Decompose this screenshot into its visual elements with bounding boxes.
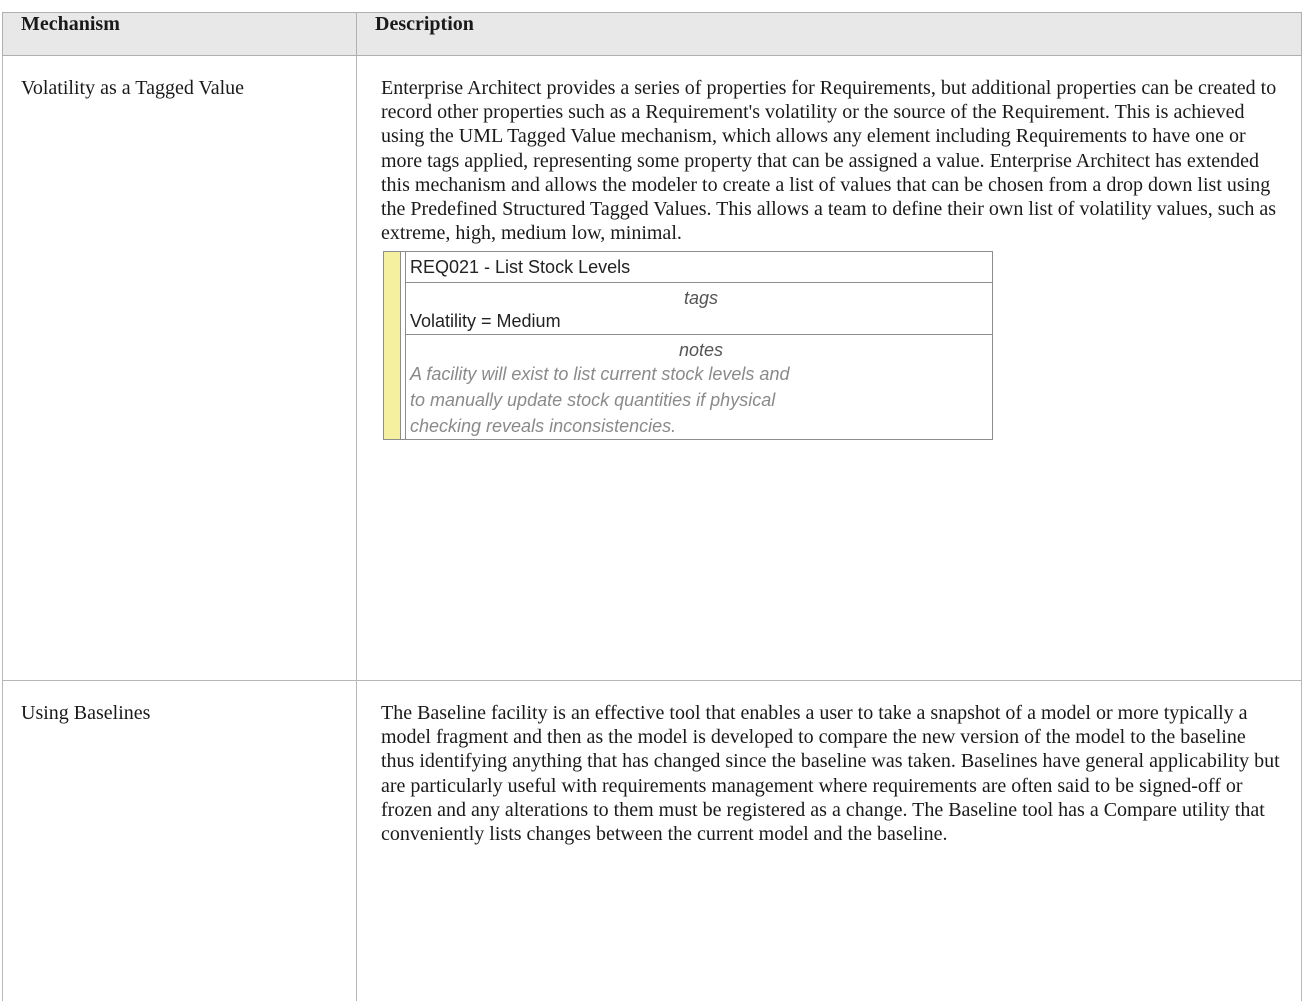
description-text: Enterprise Architect provides a series o… — [381, 76, 1281, 245]
header-description: Description — [357, 13, 1302, 56]
notes-line: to manually update stock quantities if p… — [410, 387, 992, 413]
description-cell: The Baseline facility is an effective to… — [357, 681, 1302, 1001]
table-header-row: Mechanism Description — [3, 13, 1302, 56]
mechanism-table: Mechanism Description Volatility as a Ta… — [2, 12, 1302, 1001]
notes-line: checking reveals inconsistencies. — [410, 413, 992, 439]
notes-line: A facility will exist to list current st… — [410, 361, 992, 387]
requirement-body: REQ021 - List Stock Levels tags Volatili… — [406, 252, 992, 439]
tags-compartment: tags Volatility = Medium — [406, 283, 992, 335]
notes-heading: notes — [410, 335, 992, 361]
table-row: Volatility as a Tagged Value Enterprise … — [3, 56, 1302, 681]
table-row: Using Baselines The Baseline facility is… — [3, 681, 1302, 1001]
tags-heading: tags — [410, 283, 992, 309]
header-mechanism: Mechanism — [3, 13, 357, 56]
tag-value: Volatility = Medium — [410, 309, 992, 333]
requirement-element-diagram: REQ021 - List Stock Levels tags Volatili… — [383, 251, 993, 440]
mechanism-cell: Volatility as a Tagged Value — [3, 56, 357, 681]
description-cell: Enterprise Architect provides a series o… — [357, 56, 1302, 681]
notes-compartment: notes A facility will exist to list curr… — [406, 335, 992, 439]
requirement-color-stripe — [384, 252, 401, 439]
description-text: The Baseline facility is an effective to… — [381, 701, 1281, 846]
mechanism-cell: Using Baselines — [3, 681, 357, 1001]
requirement-title: REQ021 - List Stock Levels — [406, 252, 992, 283]
